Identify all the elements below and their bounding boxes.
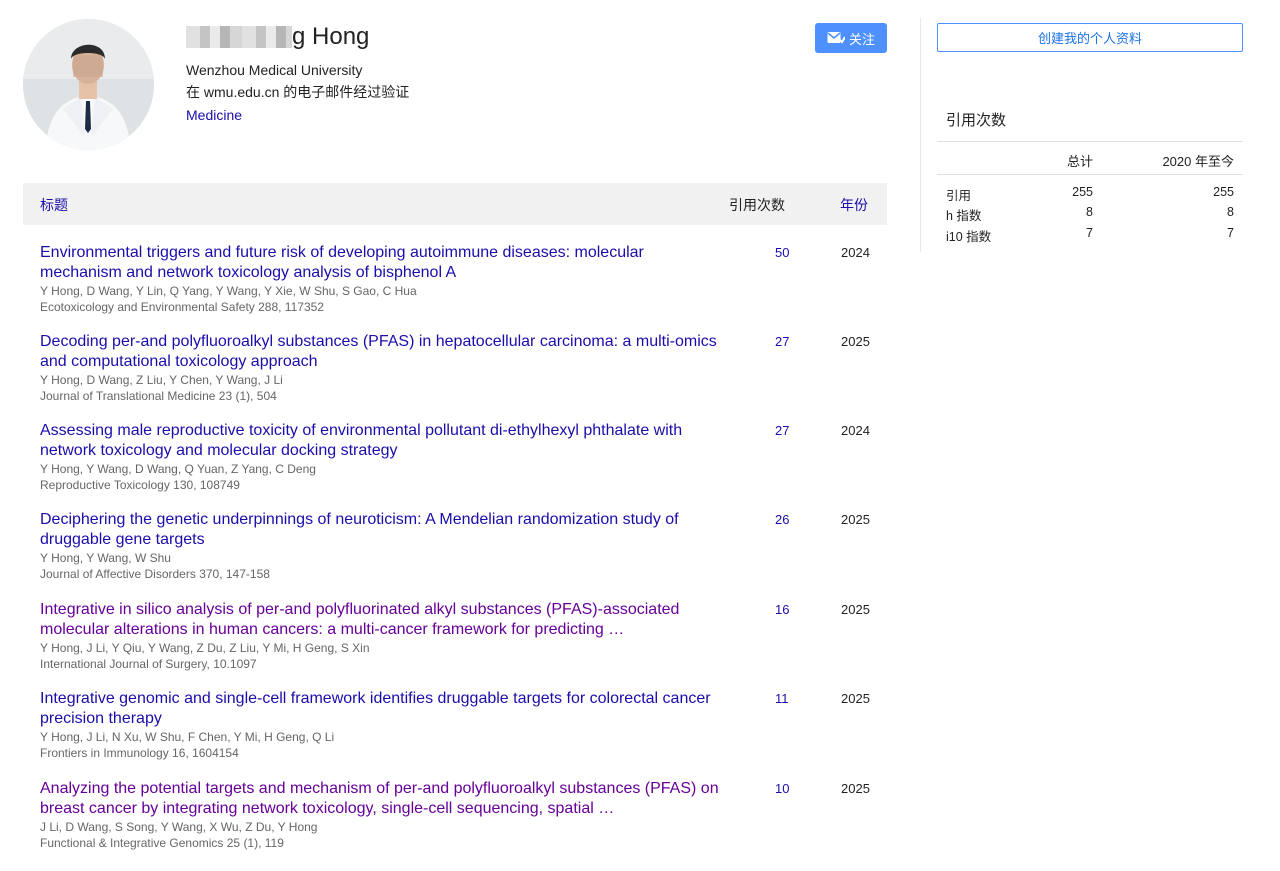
cited-by-link[interactable]: 26 <box>775 512 789 527</box>
publication-authors: Y Hong, J Li, Y Qiu, Y Wang, Z Du, Z Liu… <box>40 641 370 655</box>
publication-venue: Frontiers in Immunology 16, 1604154 <box>40 746 239 760</box>
stats-row-h-index: h 指数 8 8 <box>937 205 1243 223</box>
stats-row-label: h 指数 <box>946 209 982 223</box>
publication-authors: Y Hong, J Li, N Xu, W Shu, F Chen, Y Mi,… <box>40 730 335 744</box>
stats-since-value: 8 <box>1227 205 1234 219</box>
profile-name: g Hong <box>186 20 369 54</box>
publication-venue: International Journal of Surgery, 10.109… <box>40 657 257 671</box>
stats-row-label: 引用 <box>946 189 972 203</box>
stats-row-citations: 引用 255 255 <box>937 185 1243 203</box>
publication-title-link[interactable]: Integrative in silico analysis of per-an… <box>40 600 720 639</box>
cited-by-link[interactable]: 11 <box>775 691 789 706</box>
cited-by-link[interactable]: 50 <box>775 245 789 260</box>
publication-authors: Y Hong, Y Wang, W Shu <box>40 551 171 565</box>
stats-all-value: 255 <box>1072 185 1093 199</box>
stats-row-i10-index: i10 指数 7 7 <box>937 226 1243 244</box>
publication-venue: Ecotoxicology and Environmental Safety 2… <box>40 300 324 314</box>
publication-title-link[interactable]: Decoding per-and polyfluoroalkyl substan… <box>40 332 720 371</box>
cited-by-link[interactable]: 10 <box>775 781 789 796</box>
stats-all-value: 8 <box>1086 205 1093 219</box>
stats-since-value: 255 <box>1213 185 1234 199</box>
publication-title-link[interactable]: Analyzing the potential targets and mech… <box>40 779 720 818</box>
redacted-name-block <box>186 26 292 48</box>
publication-year: 2025 <box>841 781 870 796</box>
stats-since-value: 7 <box>1227 226 1234 240</box>
avatar <box>23 19 154 150</box>
publication-venue: Functional & Integrative Genomics 25 (1)… <box>40 836 284 850</box>
person-photo-icon <box>23 19 154 150</box>
publication-authors: Y Hong, D Wang, Y Lin, Q Yang, Y Wang, Y… <box>40 284 417 298</box>
cited-by-link[interactable]: 16 <box>775 602 789 617</box>
publication-year: 2025 <box>841 334 870 349</box>
stats-all-value: 7 <box>1086 226 1093 240</box>
publication-title-link[interactable]: Deciphering the genetic underpinnings of… <box>40 510 720 549</box>
affiliation: Wenzhou Medical University <box>186 62 363 78</box>
follow-label: 关注 <box>848 31 875 47</box>
publication-authors: J Li, D Wang, S Song, Y Wang, X Wu, Z Du… <box>40 820 318 834</box>
publication-authors: Y Hong, D Wang, Z Liu, Y Chen, Y Wang, J… <box>40 373 283 387</box>
publication-year: 2024 <box>841 423 870 438</box>
follow-button[interactable]: 关注 <box>815 23 887 53</box>
publication-venue: Reproductive Toxicology 130, 108749 <box>40 478 240 492</box>
column-cited-by: 引用次数 <box>729 197 785 213</box>
publication-venue: Journal of Affective Disorders 370, 147-… <box>40 567 270 581</box>
create-profile-button[interactable]: 创建我的个人资料 <box>937 23 1243 52</box>
publication-authors: Y Hong, Y Wang, D Wang, Q Yuan, Z Yang, … <box>40 462 316 476</box>
sort-by-year[interactable]: 年份 <box>840 195 868 215</box>
publication-year: 2024 <box>841 245 870 260</box>
cited-by-link[interactable]: 27 <box>775 423 789 438</box>
email-verification: 在 wmu.edu.cn 的电子邮件经过验证 <box>186 84 410 100</box>
publication-title-link[interactable]: Integrative genomic and single-cell fram… <box>40 689 720 728</box>
publication-venue: Journal of Translational Medicine 23 (1)… <box>40 389 277 403</box>
publication-table-header: 标题 引用次数 年份 <box>23 183 887 225</box>
mail-follow-icon <box>827 32 845 44</box>
sidebar-divider <box>920 18 921 252</box>
stats-col-all: 总计 <box>1066 154 1093 169</box>
profile-name-text: g Hong <box>292 23 370 50</box>
cited-by-heading: 引用次数 <box>946 112 1007 129</box>
profile-header: g Hong Wenzhou Medical University 在 wmu.… <box>0 0 900 180</box>
publication-year: 2025 <box>841 691 870 706</box>
stats-row-label: i10 指数 <box>946 230 992 244</box>
publication-year: 2025 <box>841 602 870 617</box>
stats-header-row: 总计 2020 年至今 <box>937 141 1243 175</box>
publication-title-link[interactable]: Assessing male reproductive toxicity of … <box>40 421 720 460</box>
cited-by-link[interactable]: 27 <box>775 334 789 349</box>
stats-col-since: 2020 年至今 <box>1162 154 1234 169</box>
publication-year: 2025 <box>841 512 870 527</box>
publication-title-link[interactable]: Environmental triggers and future risk o… <box>40 243 720 282</box>
sort-by-title[interactable]: 标题 <box>40 195 68 215</box>
interest-link-medicine[interactable]: Medicine <box>186 107 242 123</box>
